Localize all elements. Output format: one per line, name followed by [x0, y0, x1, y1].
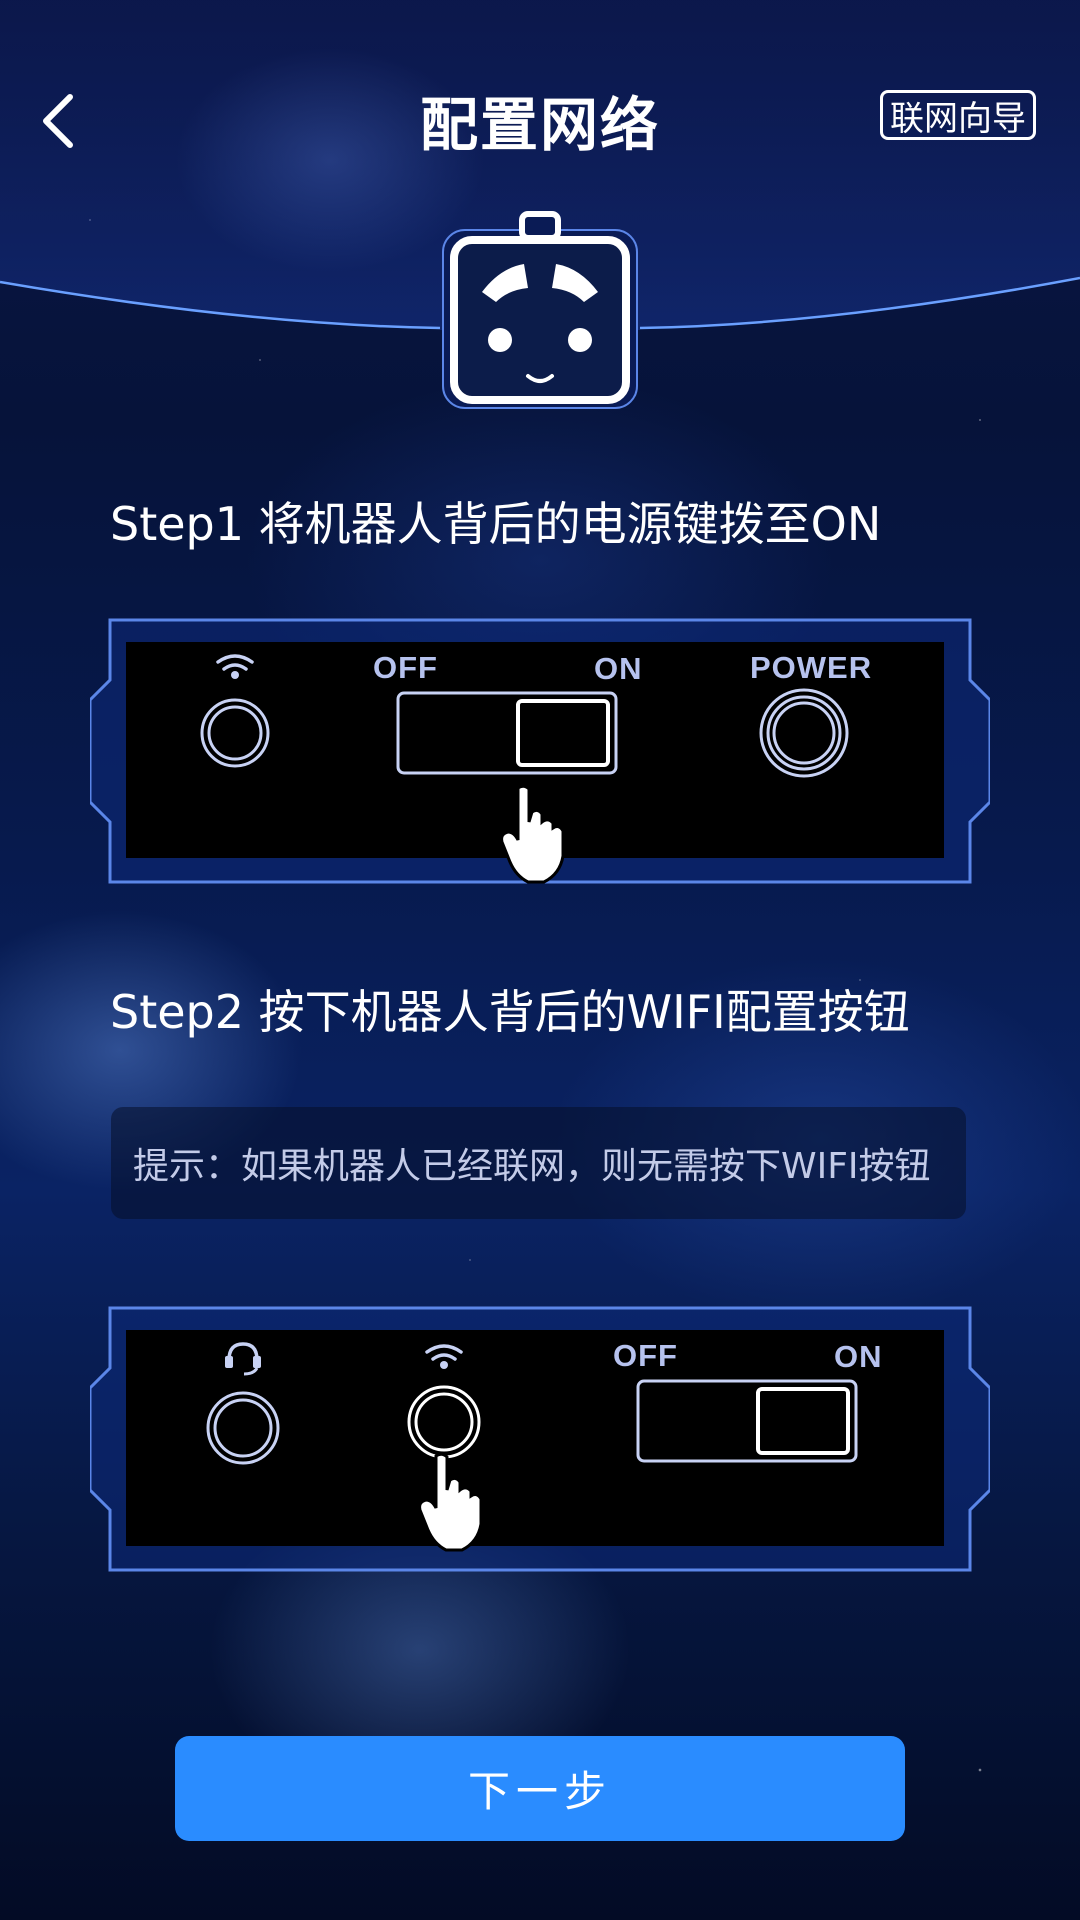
tip-box: 提示：如果机器人已经联网，则无需按下WIFI按钮: [111, 1107, 966, 1219]
robot-face-icon: [440, 210, 640, 410]
step2-panel: OFF ON: [90, 1306, 990, 1572]
step1-on-label: ON: [594, 651, 643, 686]
next-step-button[interactable]: 下一步: [175, 1736, 905, 1841]
top-bar: 配置网络 联网向导: [0, 0, 1080, 230]
step1-power-label: POWER: [750, 650, 873, 685]
step2-on-label: ON: [834, 1339, 883, 1374]
step1-title: Step1 将机器人背后的电源键拨至ON: [110, 497, 882, 551]
step2-off-label: OFF: [613, 1338, 678, 1373]
network-guide-button[interactable]: 联网向导: [880, 90, 1036, 140]
step1-off-label: OFF: [373, 650, 438, 685]
tip-text: 提示：如果机器人已经联网，则无需按下WIFI按钮: [133, 1146, 931, 1187]
step1-panel: OFF ON POWER: [90, 618, 990, 884]
step2-title: Step2 按下机器人背后的WIFI配置按钮: [110, 985, 910, 1039]
